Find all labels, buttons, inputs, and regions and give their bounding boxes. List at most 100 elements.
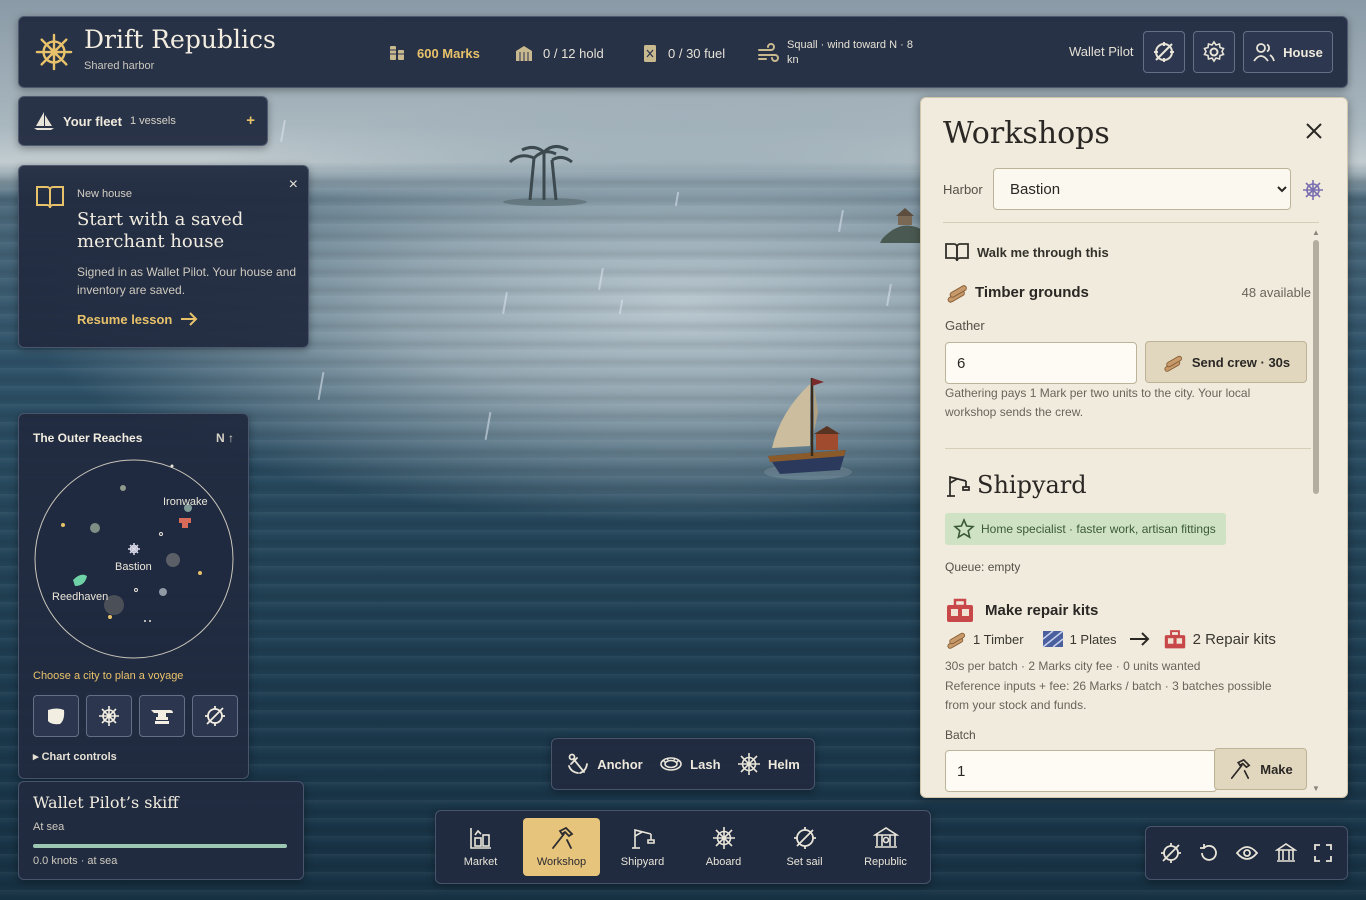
app-title: Drift Republics bbox=[84, 25, 276, 54]
lesson-body: Signed in as Wallet Pilot. Your house an… bbox=[77, 265, 297, 297]
compass-icon bbox=[1154, 42, 1174, 62]
anvil-icon bbox=[151, 710, 173, 724]
crate-icon bbox=[516, 46, 532, 61]
send-crew-button[interactable]: Send crew · 30s bbox=[1145, 341, 1307, 383]
rain-streak bbox=[317, 372, 325, 400]
chart-controls-toggle[interactable]: ▸ Chart controls bbox=[33, 750, 117, 763]
walkthrough-label: Walk me through this bbox=[977, 244, 1109, 260]
compass-icon bbox=[793, 827, 816, 849]
fleet-title: Your fleet bbox=[63, 113, 122, 129]
queue-status: Queue: empty bbox=[945, 560, 1021, 574]
harbor-select[interactable]: Bastion bbox=[993, 168, 1291, 210]
nav-republic[interactable]: Republic bbox=[847, 818, 924, 876]
helm-button[interactable]: Helm bbox=[737, 752, 800, 776]
settings-button[interactable] bbox=[1193, 31, 1235, 73]
star-icon bbox=[953, 518, 975, 539]
fleet-count: 1 vessels bbox=[130, 115, 176, 127]
rain-streak bbox=[838, 209, 844, 233]
skiff-speed: 0.0 knots · at sea bbox=[33, 855, 118, 867]
scroll-thumb[interactable] bbox=[1313, 240, 1319, 494]
map-marker bbox=[166, 553, 180, 567]
region-map[interactable] bbox=[33, 458, 235, 660]
helm-icon bbox=[1303, 180, 1323, 200]
view-tools bbox=[1145, 826, 1348, 880]
plates-icon bbox=[1042, 630, 1064, 648]
workshops-close-button[interactable] bbox=[1305, 120, 1323, 146]
timber-note: Gathering pays 1 Mark per two units to t… bbox=[945, 386, 1251, 419]
workshops-scroll[interactable]: Walk me through this Timber grounds 48 a… bbox=[943, 228, 1315, 794]
map-marker bbox=[170, 464, 174, 468]
map-city-bastion[interactable]: Bastion bbox=[115, 561, 152, 573]
walkthrough-button[interactable]: Walk me through this bbox=[945, 242, 1109, 262]
scroll-up-icon[interactable]: ▲ bbox=[1312, 228, 1320, 237]
specialist-badge-label: Home specialist · faster work, artisan f… bbox=[981, 522, 1216, 536]
map-tool-compass-button[interactable] bbox=[192, 695, 238, 737]
map-marker bbox=[198, 571, 202, 575]
rain-streak bbox=[280, 119, 286, 143]
gear-icon bbox=[1203, 40, 1225, 63]
compass-icon[interactable] bbox=[1160, 842, 1182, 864]
crane-icon bbox=[631, 828, 655, 849]
workshops-title: Workshops bbox=[943, 116, 1110, 151]
map-north-indicator: N ↑ bbox=[216, 431, 234, 445]
compass-icon bbox=[205, 706, 225, 726]
make-label: Make bbox=[1260, 761, 1293, 777]
recipe-header: Make repair kits bbox=[945, 596, 1098, 624]
wallet-compass-button[interactable] bbox=[1143, 31, 1185, 73]
rain-streak bbox=[502, 291, 508, 315]
close-icon bbox=[1306, 123, 1322, 139]
nav-market[interactable]: Market bbox=[442, 818, 519, 876]
nav-market-label: Market bbox=[463, 856, 498, 868]
wind-stat: Squall · wind toward N · 8 kn bbox=[757, 39, 927, 66]
resume-lesson-link[interactable]: Resume lesson bbox=[77, 311, 198, 327]
anchor-label: Anchor bbox=[597, 756, 643, 772]
island-palms bbox=[503, 145, 587, 206]
hold-stat: 0 / 12 hold bbox=[513, 42, 604, 64]
nav-shipyard[interactable]: Shipyard bbox=[604, 818, 681, 876]
wind-value: Squall · wind toward N · 8 kn bbox=[787, 39, 913, 66]
fleet-panel[interactable]: Your fleet 1 vessels + bbox=[18, 96, 268, 146]
recipe-input-timber: 1 Timber bbox=[973, 631, 1024, 647]
map-tool-anvil-button[interactable] bbox=[139, 695, 185, 737]
reset-view-icon[interactable] bbox=[1198, 842, 1220, 864]
fleet-add-button[interactable]: + bbox=[246, 112, 255, 129]
nav-workshop[interactable]: Workshop bbox=[523, 818, 600, 876]
map-panel: The Outer Reaches N ↑ Ironwake Bastion R… bbox=[18, 413, 249, 779]
helm-logo-icon bbox=[35, 33, 73, 71]
helm-label: Helm bbox=[767, 756, 800, 772]
gather-input[interactable]: 6 bbox=[945, 342, 1137, 384]
resume-lesson-label: Resume lesson bbox=[77, 311, 173, 327]
book-icon bbox=[945, 243, 969, 262]
fullscreen-icon[interactable] bbox=[1313, 843, 1333, 863]
map-city-reedhaven[interactable]: Reedhaven bbox=[52, 591, 108, 603]
skiff-title: Wallet Pilot’s skiff bbox=[33, 793, 179, 812]
specialist-badge: Home specialist · faster work, artisan f… bbox=[945, 513, 1226, 545]
eye-icon[interactable] bbox=[1236, 842, 1259, 864]
lesson-card: New house Start with a saved merchant ho… bbox=[18, 165, 309, 348]
map-tool-helm-button[interactable] bbox=[86, 695, 132, 737]
fuel-can-icon bbox=[644, 45, 656, 62]
nav-aboard[interactable]: Aboard bbox=[685, 818, 762, 876]
scroll-down-icon[interactable]: ▼ bbox=[1312, 784, 1320, 793]
rope-icon bbox=[660, 757, 682, 771]
hammer-icon bbox=[551, 826, 573, 849]
lash-button[interactable]: Lash bbox=[659, 754, 721, 774]
map-city-ironwake[interactable]: Ironwake bbox=[163, 496, 208, 508]
lesson-kicker: New house bbox=[77, 188, 133, 200]
republic-icon[interactable] bbox=[1274, 842, 1297, 864]
anchor-button[interactable]: Anchor bbox=[566, 752, 643, 776]
house-button[interactable]: House bbox=[1243, 31, 1333, 73]
nav-set-sail[interactable]: Set sail bbox=[766, 818, 843, 876]
map-marker bbox=[159, 588, 167, 596]
workshops-scrollbar[interactable]: ▲ ▼ bbox=[1311, 228, 1320, 794]
workshops-panel: Workshops Harbor Bastion Walk me through… bbox=[920, 97, 1348, 798]
hammer-icon bbox=[1231, 758, 1251, 779]
map-marker bbox=[108, 615, 112, 619]
batch-input[interactable]: 1 bbox=[945, 750, 1217, 792]
helm-icon bbox=[737, 753, 760, 775]
map-tool-leaf-button[interactable] bbox=[33, 695, 79, 737]
lesson-close-button[interactable]: × bbox=[289, 176, 298, 194]
ship-actions: Anchor Lash Helm bbox=[551, 738, 815, 790]
shipyard-header: Shipyard bbox=[945, 471, 1087, 499]
make-button[interactable]: Make bbox=[1214, 748, 1307, 790]
